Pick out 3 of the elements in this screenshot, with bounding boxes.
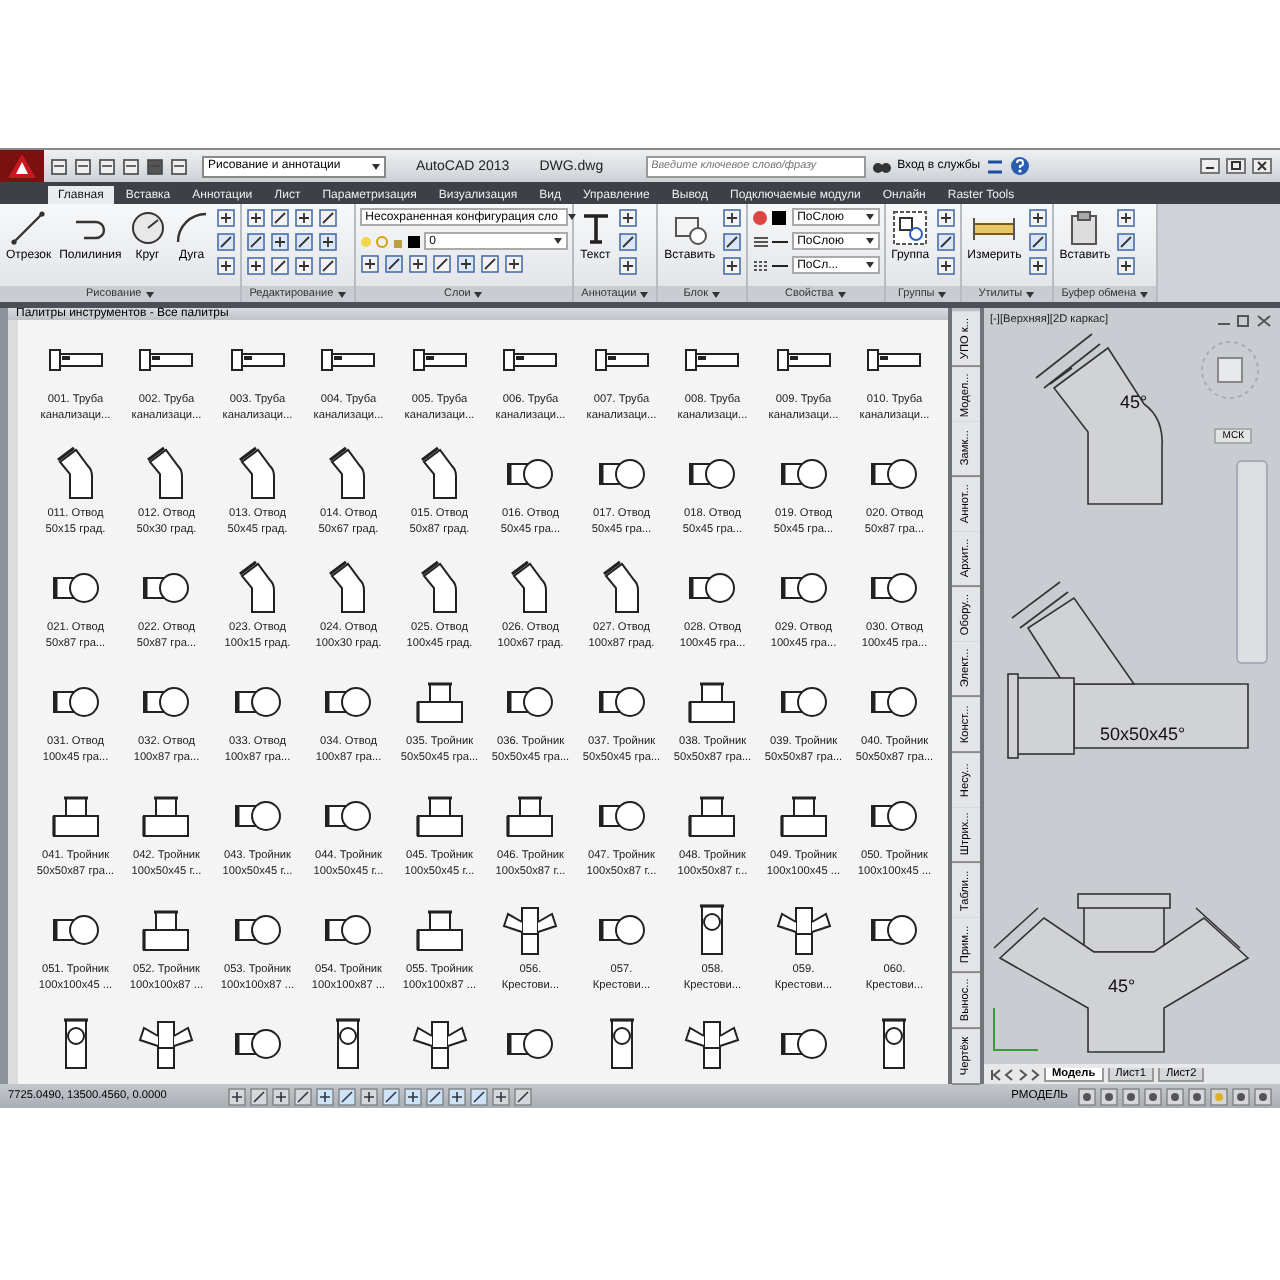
angle-dimension: 45° [1120,392,1148,412]
size-dimension: 50x50x45° [1100,724,1186,744]
angle-dimension: 45° [1108,976,1136,996]
